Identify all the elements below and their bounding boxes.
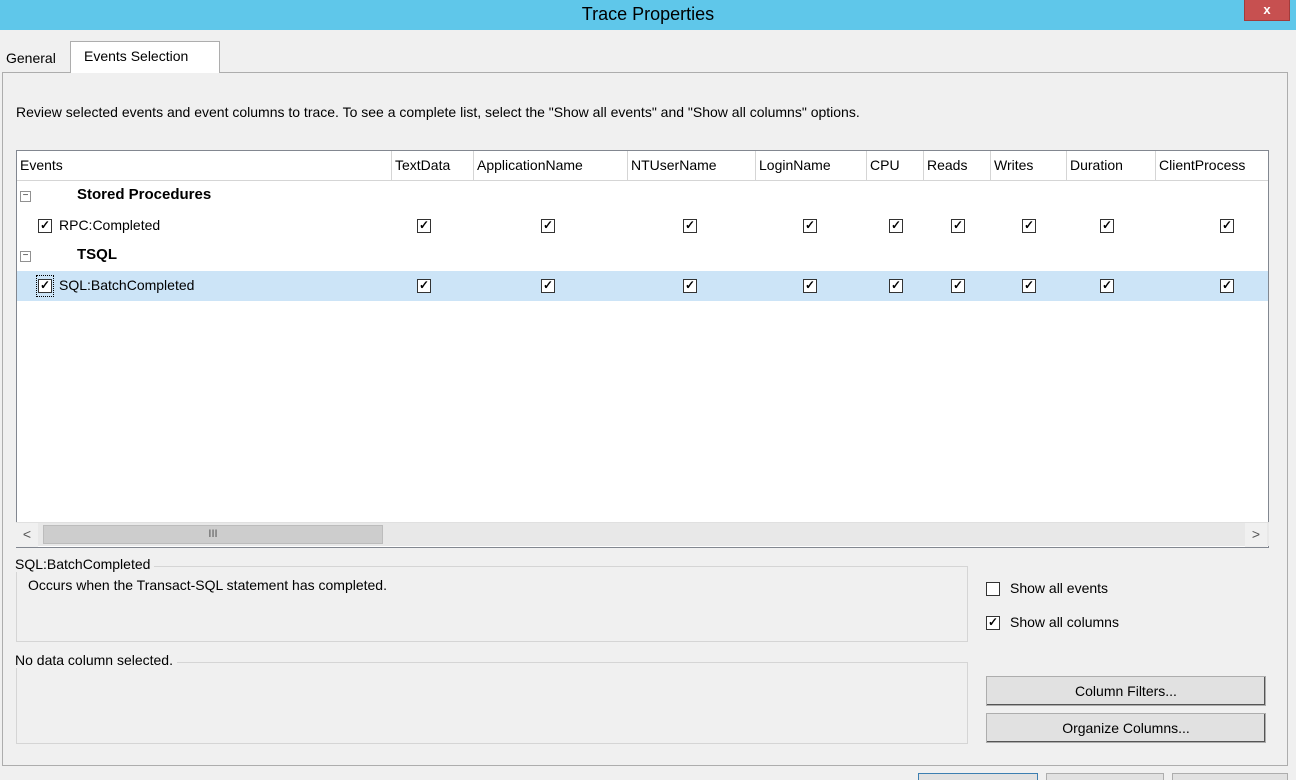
column-checkbox-ntusername[interactable]: ✓ [683, 279, 697, 293]
column-checkbox-reads[interactable]: ✓ [951, 279, 965, 293]
group-label: TSQL [77, 246, 117, 263]
tab-events-selection-label: Events Selection [84, 48, 189, 64]
event-description-box: SQL:BatchCompleted Occurs when the Trans… [15, 556, 968, 642]
column-header-events[interactable]: Events [17, 151, 392, 181]
show-all-columns-label: Show all columns [1010, 614, 1119, 630]
events-grid: Events TextData ApplicationName NTUserNa… [16, 150, 1269, 548]
column-checkbox-applicationname[interactable]: ✓ [541, 219, 555, 233]
column-description-box: No data column selected. [15, 652, 968, 744]
group-row-tsql: − TSQL [17, 241, 1268, 271]
column-header-clientprocess[interactable]: ClientProcess [1156, 151, 1268, 181]
column-checkbox-clientprocess[interactable]: ✓ [1220, 219, 1234, 233]
event-description-title: SQL:BatchCompleted [15, 556, 155, 572]
column-header-loginname[interactable]: LoginName [756, 151, 867, 181]
column-checkbox-reads[interactable]: ✓ [951, 219, 965, 233]
close-icon: x [1263, 2, 1271, 17]
show-all-events-label: Show all events [1010, 580, 1109, 596]
column-checkbox-duration[interactable]: ✓ [1100, 219, 1114, 233]
column-checkbox-applicationname[interactable]: ✓ [541, 279, 555, 293]
column-header-applicationname[interactable]: ApplicationName [474, 151, 628, 181]
horizontal-scrollbar[interactable]: < III > [16, 522, 1269, 547]
column-filters-button[interactable]: Column Filters... [986, 676, 1266, 706]
collapse-icon[interactable]: − [20, 191, 31, 202]
column-checkbox-cpu[interactable]: ✓ [889, 279, 903, 293]
group-row-stored-procedures: − Stored Procedures [17, 181, 1268, 211]
event-description-text: Occurs when the Transact-SQL statement h… [28, 577, 387, 593]
scroll-right-icon[interactable]: > [1245, 523, 1267, 547]
show-all-columns-checkbox[interactable]: ✓ [986, 616, 1000, 630]
column-header-ntusername[interactable]: NTUserName [628, 151, 756, 181]
window-title: Trace Properties [581, 4, 715, 24]
event-checkbox[interactable]: ✓ [38, 279, 52, 293]
column-checkbox-textdata[interactable]: ✓ [417, 279, 431, 293]
column-checkbox-duration[interactable]: ✓ [1100, 279, 1114, 293]
event-row-rpc-completed[interactable]: ✓ RPC:Completed ✓ ✓ ✓ ✓ ✓ ✓ ✓ ✓ ✓ [17, 211, 1268, 241]
column-header-writes[interactable]: Writes [991, 151, 1067, 181]
column-description-title: No data column selected. [15, 652, 177, 668]
column-checkbox-writes[interactable]: ✓ [1022, 219, 1036, 233]
column-checkbox-textdata[interactable]: ✓ [417, 219, 431, 233]
column-header-duration[interactable]: Duration [1067, 151, 1156, 181]
show-all-events-checkbox[interactable] [986, 582, 1000, 596]
event-row-sql-batchcompleted[interactable]: ✓ SQL:BatchCompleted ✓ ✓ ✓ ✓ ✓ ✓ ✓ ✓ ✓ [17, 271, 1268, 301]
event-label: SQL:BatchCompleted [59, 277, 195, 293]
column-header-reads[interactable]: Reads [924, 151, 991, 181]
organize-columns-button[interactable]: Organize Columns... [986, 713, 1266, 743]
column-checkbox-writes[interactable]: ✓ [1022, 279, 1036, 293]
scroll-thumb[interactable]: III [43, 525, 383, 544]
event-checkbox[interactable]: ✓ [38, 219, 52, 233]
group-label: Stored Procedures [77, 186, 212, 203]
tab-events-selection[interactable]: Events Selection [70, 41, 220, 73]
column-checkbox-loginname[interactable]: ✓ [803, 279, 817, 293]
tab-general[interactable]: General [6, 50, 56, 66]
title-bar: Trace Properties x [0, 0, 1296, 30]
close-button[interactable]: x [1244, 0, 1290, 21]
collapse-icon[interactable]: − [20, 251, 31, 262]
scroll-left-icon[interactable]: < [16, 523, 38, 547]
column-checkbox-loginname[interactable]: ✓ [803, 219, 817, 233]
instructions-text: Review selected events and event columns… [16, 104, 860, 120]
column-checkbox-cpu[interactable]: ✓ [889, 219, 903, 233]
column-header-textdata[interactable]: TextData [392, 151, 474, 181]
bottom-button-strip [0, 767, 1296, 780]
column-header-cpu[interactable]: CPU [867, 151, 924, 181]
column-checkbox-ntusername[interactable]: ✓ [683, 219, 697, 233]
column-checkbox-clientprocess[interactable]: ✓ [1220, 279, 1234, 293]
event-label: RPC:Completed [59, 217, 161, 233]
